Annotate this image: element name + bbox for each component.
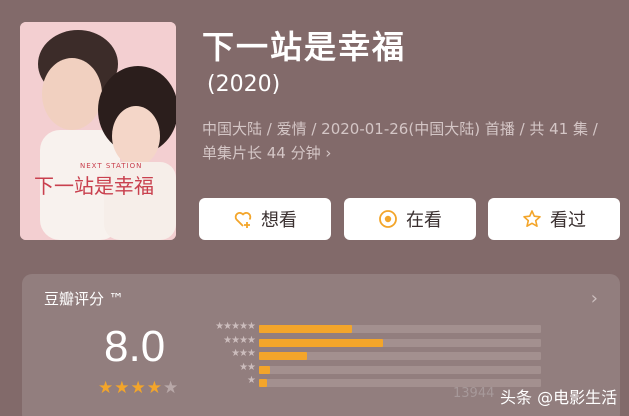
- distribution-bar: [259, 379, 267, 387]
- watermark-text: 头条 @电影生活: [500, 388, 618, 407]
- star-empty-icon: ★: [163, 378, 179, 398]
- distribution-row: ★★: [197, 361, 547, 377]
- poster-art: [20, 22, 176, 240]
- distribution-row: ★: [197, 375, 547, 390]
- distribution-bar: [259, 338, 383, 347]
- distribution-bar: [259, 352, 307, 360]
- rating-label: 豆瓣评分 ™: [44, 290, 124, 308]
- rating-score: 8.0: [104, 322, 166, 371]
- distribution-track: [259, 379, 541, 387]
- distribution-stars-icon: ★: [247, 375, 256, 386]
- rating-stars: ★★★★★: [98, 378, 179, 398]
- distribution-stars-icon: ★★: [239, 361, 256, 373]
- star-outline-icon: [522, 209, 542, 229]
- star-filled-icon: ★: [114, 378, 130, 398]
- distribution-track: [259, 325, 541, 333]
- distribution-stars-icon: ★★★: [231, 348, 256, 359]
- distribution-row: ★★★★: [197, 334, 547, 350]
- chevron-right-icon[interactable]: ›: [591, 288, 598, 309]
- star-filled-icon: ★: [130, 378, 146, 398]
- want-to-watch-button[interactable]: 想看: [199, 198, 331, 240]
- seen-label: 看过: [550, 210, 586, 231]
- heart-plus-icon: [233, 209, 253, 229]
- rating-distribution: ★★★★★ ★★★★ ★★★ ★★ ★: [197, 321, 547, 390]
- distribution-row: ★★★★★: [197, 321, 547, 336]
- want-to-watch-label: 想看: [261, 210, 297, 231]
- star-filled-icon: ★: [98, 378, 114, 398]
- distribution-stars-icon: ★★★★★: [215, 321, 256, 332]
- watching-label: 在看: [406, 210, 442, 231]
- release-year: (2020): [207, 72, 281, 97]
- rating-count: 13944: [453, 386, 495, 401]
- distribution-track: [259, 352, 541, 360]
- distribution-track: [259, 338, 541, 347]
- movie-meta-info[interactable]: 中国大陆 / 爱情 / 2020-01-26(中国大陆) 首播 / 共 41 集…: [202, 117, 614, 165]
- watching-button[interactable]: 在看: [344, 198, 476, 240]
- seen-button[interactable]: 看过: [488, 198, 620, 240]
- page-title: 下一站是幸福: [202, 28, 407, 66]
- distribution-stars-icon: ★★★★: [223, 334, 256, 346]
- target-circle-icon: [378, 209, 398, 229]
- distribution-track: [259, 365, 541, 374]
- distribution-row: ★★★: [197, 348, 547, 363]
- poster-title: 下一站是幸福: [34, 174, 154, 198]
- poster-image[interactable]: NEXT STATION 下一站是幸福: [20, 22, 176, 240]
- poster-subtitle: NEXT STATION: [80, 162, 143, 170]
- distribution-bar: [259, 325, 352, 333]
- distribution-bar: [259, 365, 270, 374]
- star-filled-icon: ★: [146, 378, 162, 398]
